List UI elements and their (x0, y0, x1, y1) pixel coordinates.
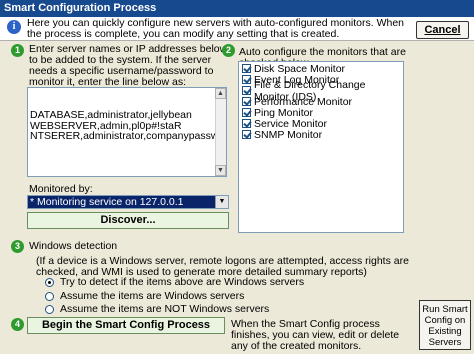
step-4-icon: 4 (11, 318, 24, 331)
radio-selected-icon[interactable] (45, 277, 54, 287)
chevron-down-icon[interactable]: ▼ (215, 196, 228, 208)
monitor-item-service[interactable]: Service Monitor (239, 118, 403, 130)
checkbox-icon[interactable] (242, 130, 251, 139)
info-icon: i (7, 20, 21, 34)
cancel-button[interactable]: Cancel (416, 21, 469, 39)
servers-scrollbar[interactable]: ▲ ▼ (215, 88, 226, 176)
checkbox-icon[interactable] (242, 64, 251, 73)
servers-textarea[interactable]: DATABASE,administrator,jellybean WEBSERV… (27, 87, 227, 177)
radio-label: Assume the items are Windows servers (60, 290, 245, 302)
monitored-by-select[interactable]: * Monitoring service on 127.0.0.1 ▼ (27, 195, 229, 209)
step-2-icon: 2 (222, 44, 235, 57)
discover-button[interactable]: Discover... (27, 212, 229, 229)
step-3-icon: 3 (11, 240, 24, 253)
scroll-up-icon[interactable]: ▲ (215, 88, 226, 99)
monitor-list: Disk Space Monitor Event Log Monitor Fil… (238, 61, 404, 233)
header-panel: i Here you can quickly configure new ser… (0, 17, 474, 41)
servers-text: DATABASE,administrator,jellybean WEBSERV… (30, 109, 227, 142)
radio-option-not-windows[interactable]: Assume the items are NOT Windows servers (45, 303, 269, 315)
monitor-item-file-directory-change[interactable]: File & Directory Change Monitor (IDS) (239, 79, 403, 103)
monitored-by-label: Monitored by: (29, 183, 93, 195)
checkbox-icon[interactable] (242, 97, 251, 106)
radio-label: Assume the items are NOT Windows servers (60, 303, 270, 315)
monitor-item-disk-space[interactable]: Disk Space Monitor (239, 63, 403, 75)
window-title: Smart Configuration Process (0, 0, 474, 17)
cancel-button-label: Cancel (424, 24, 461, 36)
step-3-description: (If a device is a Windows server, remote… (36, 255, 409, 278)
checkbox-icon[interactable] (242, 108, 251, 117)
radio-label: Try to detect if the items above are Win… (60, 276, 305, 288)
radio-option-windows[interactable]: Assume the items are Windows servers (45, 290, 244, 302)
step-3-label: Windows detection (29, 240, 118, 252)
radio-icon[interactable] (45, 291, 54, 301)
scroll-down-icon[interactable]: ▼ (215, 165, 226, 176)
checkbox-icon[interactable] (242, 119, 251, 128)
run-smart-config-existing-button[interactable]: Run Smart Config on Existing Servers (419, 300, 471, 350)
step-1-icon: 1 (11, 44, 24, 57)
monitor-item-ping[interactable]: Ping Monitor (239, 107, 403, 119)
checkbox-icon[interactable] (242, 75, 251, 84)
monitor-item-snmp[interactable]: SNMP Monitor (239, 128, 403, 141)
header-description: Here you can quickly configure new serve… (27, 17, 405, 40)
radio-icon[interactable] (45, 304, 54, 314)
checkbox-icon[interactable] (242, 86, 251, 95)
monitored-by-value: * Monitoring service on 127.0.0.1 (30, 196, 184, 208)
monitor-label: SNMP Monitor (254, 128, 323, 141)
radio-option-detect[interactable]: Try to detect if the items above are Win… (45, 276, 304, 288)
begin-smart-config-button[interactable]: Begin the Smart Config Process (27, 317, 225, 334)
step-4-note: When the Smart Config process finishes, … (231, 318, 400, 352)
